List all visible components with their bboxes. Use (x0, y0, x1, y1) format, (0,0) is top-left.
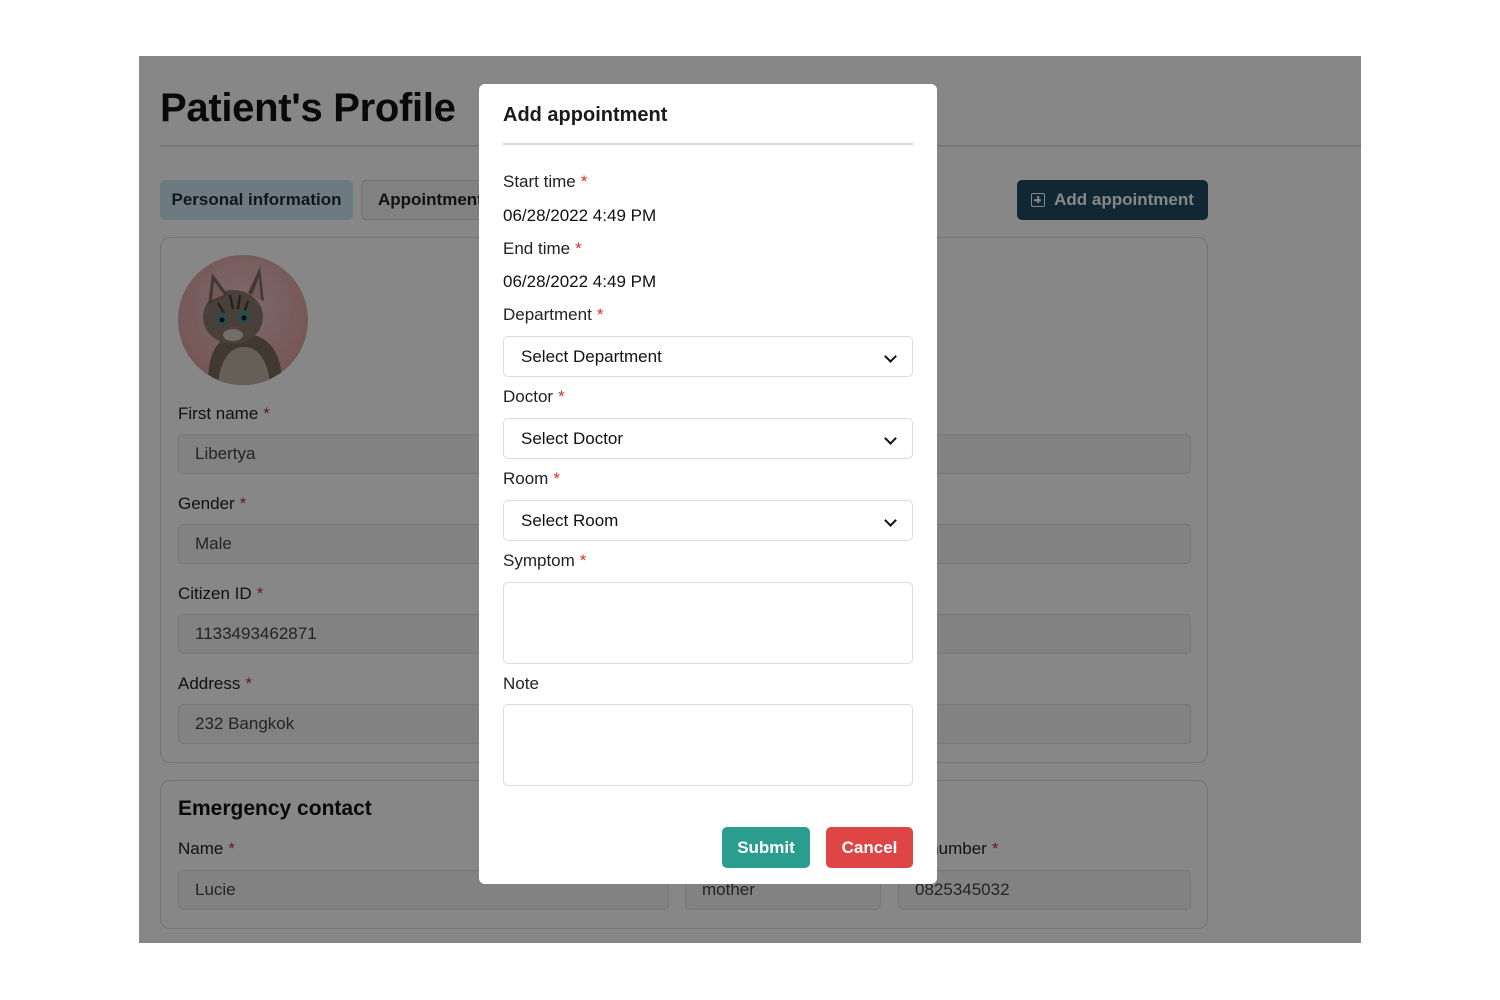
symptom-textarea[interactable] (503, 582, 913, 664)
submit-button[interactable]: Submit (722, 827, 810, 868)
cancel-button[interactable]: Cancel (826, 827, 913, 868)
doctor-select[interactable]: Select Doctor (503, 418, 913, 459)
end-time-picker[interactable]: 06/28/2022 4:49 PM (503, 272, 656, 292)
doctor-select-value: Select Doctor (521, 428, 624, 448)
department-label: Department * (503, 305, 604, 324)
start-time-label: Start time * (503, 172, 588, 191)
required-mark: * (580, 172, 588, 191)
add-appointment-modal: Add appointment Start time * 06/28/2022 4… (479, 84, 937, 884)
note-label: Note (503, 674, 539, 693)
symptom-label: Symptom * (503, 551, 587, 570)
required-mark: * (596, 305, 604, 324)
end-time-label: End time * (503, 239, 582, 258)
room-select[interactable]: Select Room (503, 500, 913, 541)
modal-divider (503, 143, 913, 145)
required-mark: * (553, 469, 560, 488)
department-select-value: Select Department (521, 346, 662, 366)
department-select[interactable]: Select Department (503, 336, 913, 377)
chevron-down-icon (884, 514, 897, 527)
room-label: Room * (503, 469, 560, 488)
required-mark: * (558, 387, 565, 406)
room-select-value: Select Room (521, 510, 619, 530)
note-textarea[interactable] (503, 704, 913, 786)
chevron-down-icon (884, 432, 897, 445)
required-mark: * (575, 239, 582, 258)
chevron-down-icon (884, 350, 897, 363)
doctor-label: Doctor * (503, 387, 565, 406)
modal-title: Add appointment (503, 104, 668, 126)
required-mark: * (579, 551, 587, 570)
start-time-picker[interactable]: 06/28/2022 4:49 PM (503, 206, 656, 226)
